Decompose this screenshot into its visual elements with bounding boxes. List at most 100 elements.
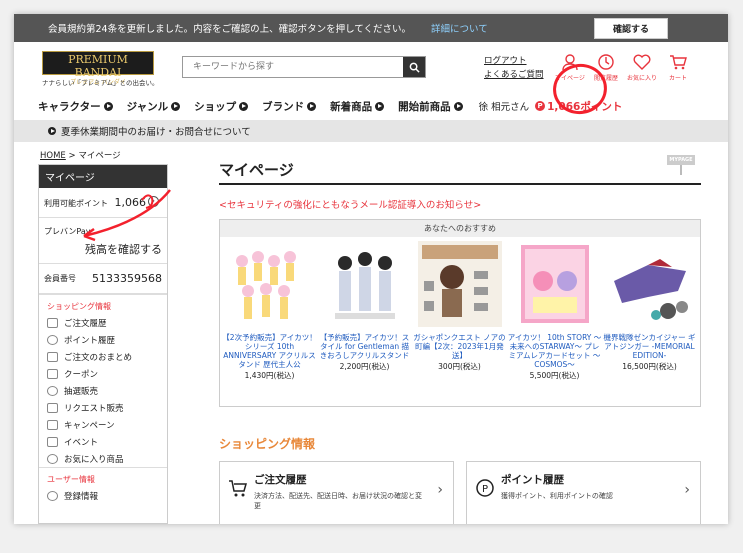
user-icon <box>47 490 58 501</box>
sidebar-item-event[interactable]: イベント <box>39 433 167 450</box>
tagline: ナナらしい「プレミアム」との出会い。 <box>42 79 159 87</box>
point-history-card[interactable]: P ポイント履歴 獲得ポイント、利用ポイントの確認 › <box>466 461 701 524</box>
sidebar-points: 利用可能ポイント 1,066 › <box>39 188 167 218</box>
logo-text: PREMIUM BANDAI <box>68 53 128 79</box>
search-box <box>182 56 426 78</box>
browser-frame: 会員規約第24条を更新しました。内容をご確認の上、確認ボタンを押してください。 … <box>14 14 728 524</box>
info-bar-text: 夏季休業期間中のお届け・お問合せについて <box>61 127 251 138</box>
logout-link[interactable]: ログアウト <box>484 54 544 68</box>
sidebar-item-campaign[interactable]: キャンペーン <box>39 416 167 433</box>
points-icon: P <box>535 101 546 111</box>
nav-upcoming[interactable]: 開始前商品 <box>398 99 463 114</box>
product-name: 【予約販売】アイカツ！スタイル for Gentleman 描きおろしアクリルス… <box>319 333 410 360</box>
cart-label: カート <box>668 75 687 82</box>
nav-label: ショップ <box>194 100 237 113</box>
confirm-button[interactable]: 確認する <box>593 17 668 39</box>
chevron-right-icon[interactable]: › <box>148 196 159 207</box>
product-image <box>513 241 597 327</box>
product-price: 300円(税込) <box>438 362 481 371</box>
lottery-icon <box>47 385 58 396</box>
header-links: ログアウト よくあるご質問 <box>484 54 544 82</box>
sidebar-item-points[interactable]: ポイント履歴 <box>39 331 167 348</box>
chevron-down-icon <box>171 101 181 111</box>
sidebar-item-profile[interactable]: 登録情報 <box>39 487 167 504</box>
page-title-text: マイページ <box>219 161 294 179</box>
sidebar-item-label: 登録情報 <box>64 491 99 502</box>
product-card[interactable]: 【2次予約販売】アイカツ！シリーズ 10th ANNIVERSARY アクリルス… <box>222 241 317 380</box>
site-logo[interactable]: PREMIUM BANDAI プレミアム バンダイ <box>42 51 154 86</box>
product-image <box>322 241 407 327</box>
sidebar-item-label: ご注文のおまとめ <box>64 352 133 363</box>
member-label: 会員番号 <box>44 274 76 283</box>
sidebar-prepay: プレバンPay 残高を確認する <box>39 218 167 264</box>
sidebar-item-orders[interactable]: ご注文履歴 <box>39 314 167 331</box>
product-card[interactable]: 機界戦隊ゼンカイジャー ギアトジンガー -MEMORIAL EDITION- 1… <box>602 241 697 380</box>
nav-label: ブランド <box>262 100 305 113</box>
product-name: 機界戦隊ゼンカイジャー ギアトジンガー -MEMORIAL EDITION- <box>603 333 696 360</box>
sidebar-item-label: お気に入り商品 <box>64 454 124 465</box>
search-button[interactable] <box>403 57 425 77</box>
chevron-right-icon <box>375 101 385 111</box>
member-number: 5133359568 <box>92 272 162 285</box>
sidebar-item-label: キャンペーン <box>64 420 115 431</box>
calendar-icon <box>47 436 58 447</box>
product-name: ガシャポンクエスト ノアの町編【2次：2023年1月発送】 <box>413 333 506 360</box>
product-card[interactable]: アイカツ！ 10th STORY ～未来へのSTARWAY～ プレミアムレアカー… <box>507 241 602 380</box>
sidebar-item-label: イベント <box>64 437 99 448</box>
sidebar-item-label: ご注文履歴 <box>64 318 107 329</box>
card-desc: 決済方法、配送先、配送日時、お届け状況の確認と変更 <box>254 492 422 510</box>
breadcrumb-home[interactable]: HOME <box>40 151 66 161</box>
nav-shop[interactable]: ショップ <box>194 99 249 114</box>
product-card[interactable]: ガシャポンクエスト ノアの町編【2次：2023年1月発送】 300円(税込) <box>412 241 507 380</box>
cart-button[interactable]: カート <box>660 52 696 82</box>
faq-link[interactable]: よくあるご質問 <box>484 68 544 82</box>
recommendations: あなたへのおすすめ 【2次予約販売】アイカツ！シリーズ 10th ANNIVER… <box>219 219 701 407</box>
sidebar-item-lottery[interactable]: 抽選販売 <box>39 382 167 399</box>
product-price: 2,200円(税込) <box>339 362 390 371</box>
card-title: ポイント履歴 <box>501 474 564 486</box>
order-history-card[interactable]: ご注文履歴 決済方法、配送先、配送日時、お届け状況の確認と変更 › <box>219 461 454 524</box>
history-icon <box>598 54 614 70</box>
sidebar-item-coupon[interactable]: クーポン <box>39 365 167 382</box>
sidebar-item-label: ポイント履歴 <box>64 335 116 346</box>
shopping-cards: ご注文履歴 決済方法、配送先、配送日時、お届け状況の確認と変更 › P ポイント… <box>219 461 701 524</box>
page-title: マイページ MYPAGE <box>219 155 701 185</box>
nav-new[interactable]: 新着商品 <box>330 99 385 114</box>
chevron-right-icon: › <box>437 482 443 498</box>
favorites-button[interactable]: お気に入り <box>624 52 660 82</box>
chevron-down-icon <box>239 101 249 111</box>
main-nav: キャラクター ジャンル ショップ ブランド 新着商品 開始前商品 徐 相元さん … <box>14 92 728 120</box>
chevron-right-icon <box>453 101 463 111</box>
sidebar-item-label: リクエスト販売 <box>64 403 124 414</box>
coupon-icon <box>47 368 58 379</box>
sidebar-item-bundle[interactable]: ご注文のおまとめ <box>39 348 167 365</box>
svg-text:P: P <box>482 484 488 495</box>
nav-character[interactable]: キャラクター <box>38 99 113 114</box>
info-bar[interactable]: 夏季休業期間中のお届け・お問合せについて <box>14 120 728 142</box>
notice-banner: 会員規約第24条を更新しました。内容をご確認の上、確認ボタンを押してください。 … <box>14 14 728 42</box>
prepay-balance-link[interactable]: 残高を確認する <box>44 241 162 257</box>
mypage-sidebar: マイページ 利用可能ポイント 1,066 › プレバンPay 残高を確認する 会… <box>38 164 168 524</box>
search-input[interactable] <box>183 57 403 77</box>
sidebar-item-label: 抽選販売 <box>64 386 99 397</box>
sidebar-item-favorites[interactable]: お気に入り商品 <box>39 450 167 467</box>
breadcrumb-sep: > <box>65 151 79 161</box>
nav-brand[interactable]: ブランド <box>262 99 317 114</box>
security-notice-link[interactable]: <セキュリティの強化にともなうメール認証導入のお知らせ> <box>219 197 701 211</box>
points-icon <box>47 334 58 345</box>
notice-details-link[interactable]: 詳細について <box>431 21 488 35</box>
nav-genre[interactable]: ジャンル <box>127 99 181 114</box>
sidebar-member: 会員番号 5133359568 <box>39 264 167 294</box>
points-balance: 1,066 <box>114 196 147 209</box>
breadcrumb-current: マイページ <box>78 151 121 161</box>
product-image <box>227 241 312 327</box>
product-name: アイカツ！ 10th STORY ～未来へのSTARWAY～ プレミアムレアカー… <box>507 333 602 369</box>
points-label: 利用可能ポイント <box>44 199 108 208</box>
card-title: ご注文履歴 <box>254 474 307 486</box>
nav-label: キャラクター <box>38 100 101 113</box>
nav-label: 開始前商品 <box>398 100 451 113</box>
product-card[interactable]: 【予約販売】アイカツ！スタイル for Gentleman 描きおろしアクリルス… <box>317 241 412 380</box>
sidebar-item-request[interactable]: リクエスト販売 <box>39 399 167 416</box>
sign-text: MYPAGE <box>667 155 695 165</box>
favorites-label: お気に入り <box>626 75 657 82</box>
